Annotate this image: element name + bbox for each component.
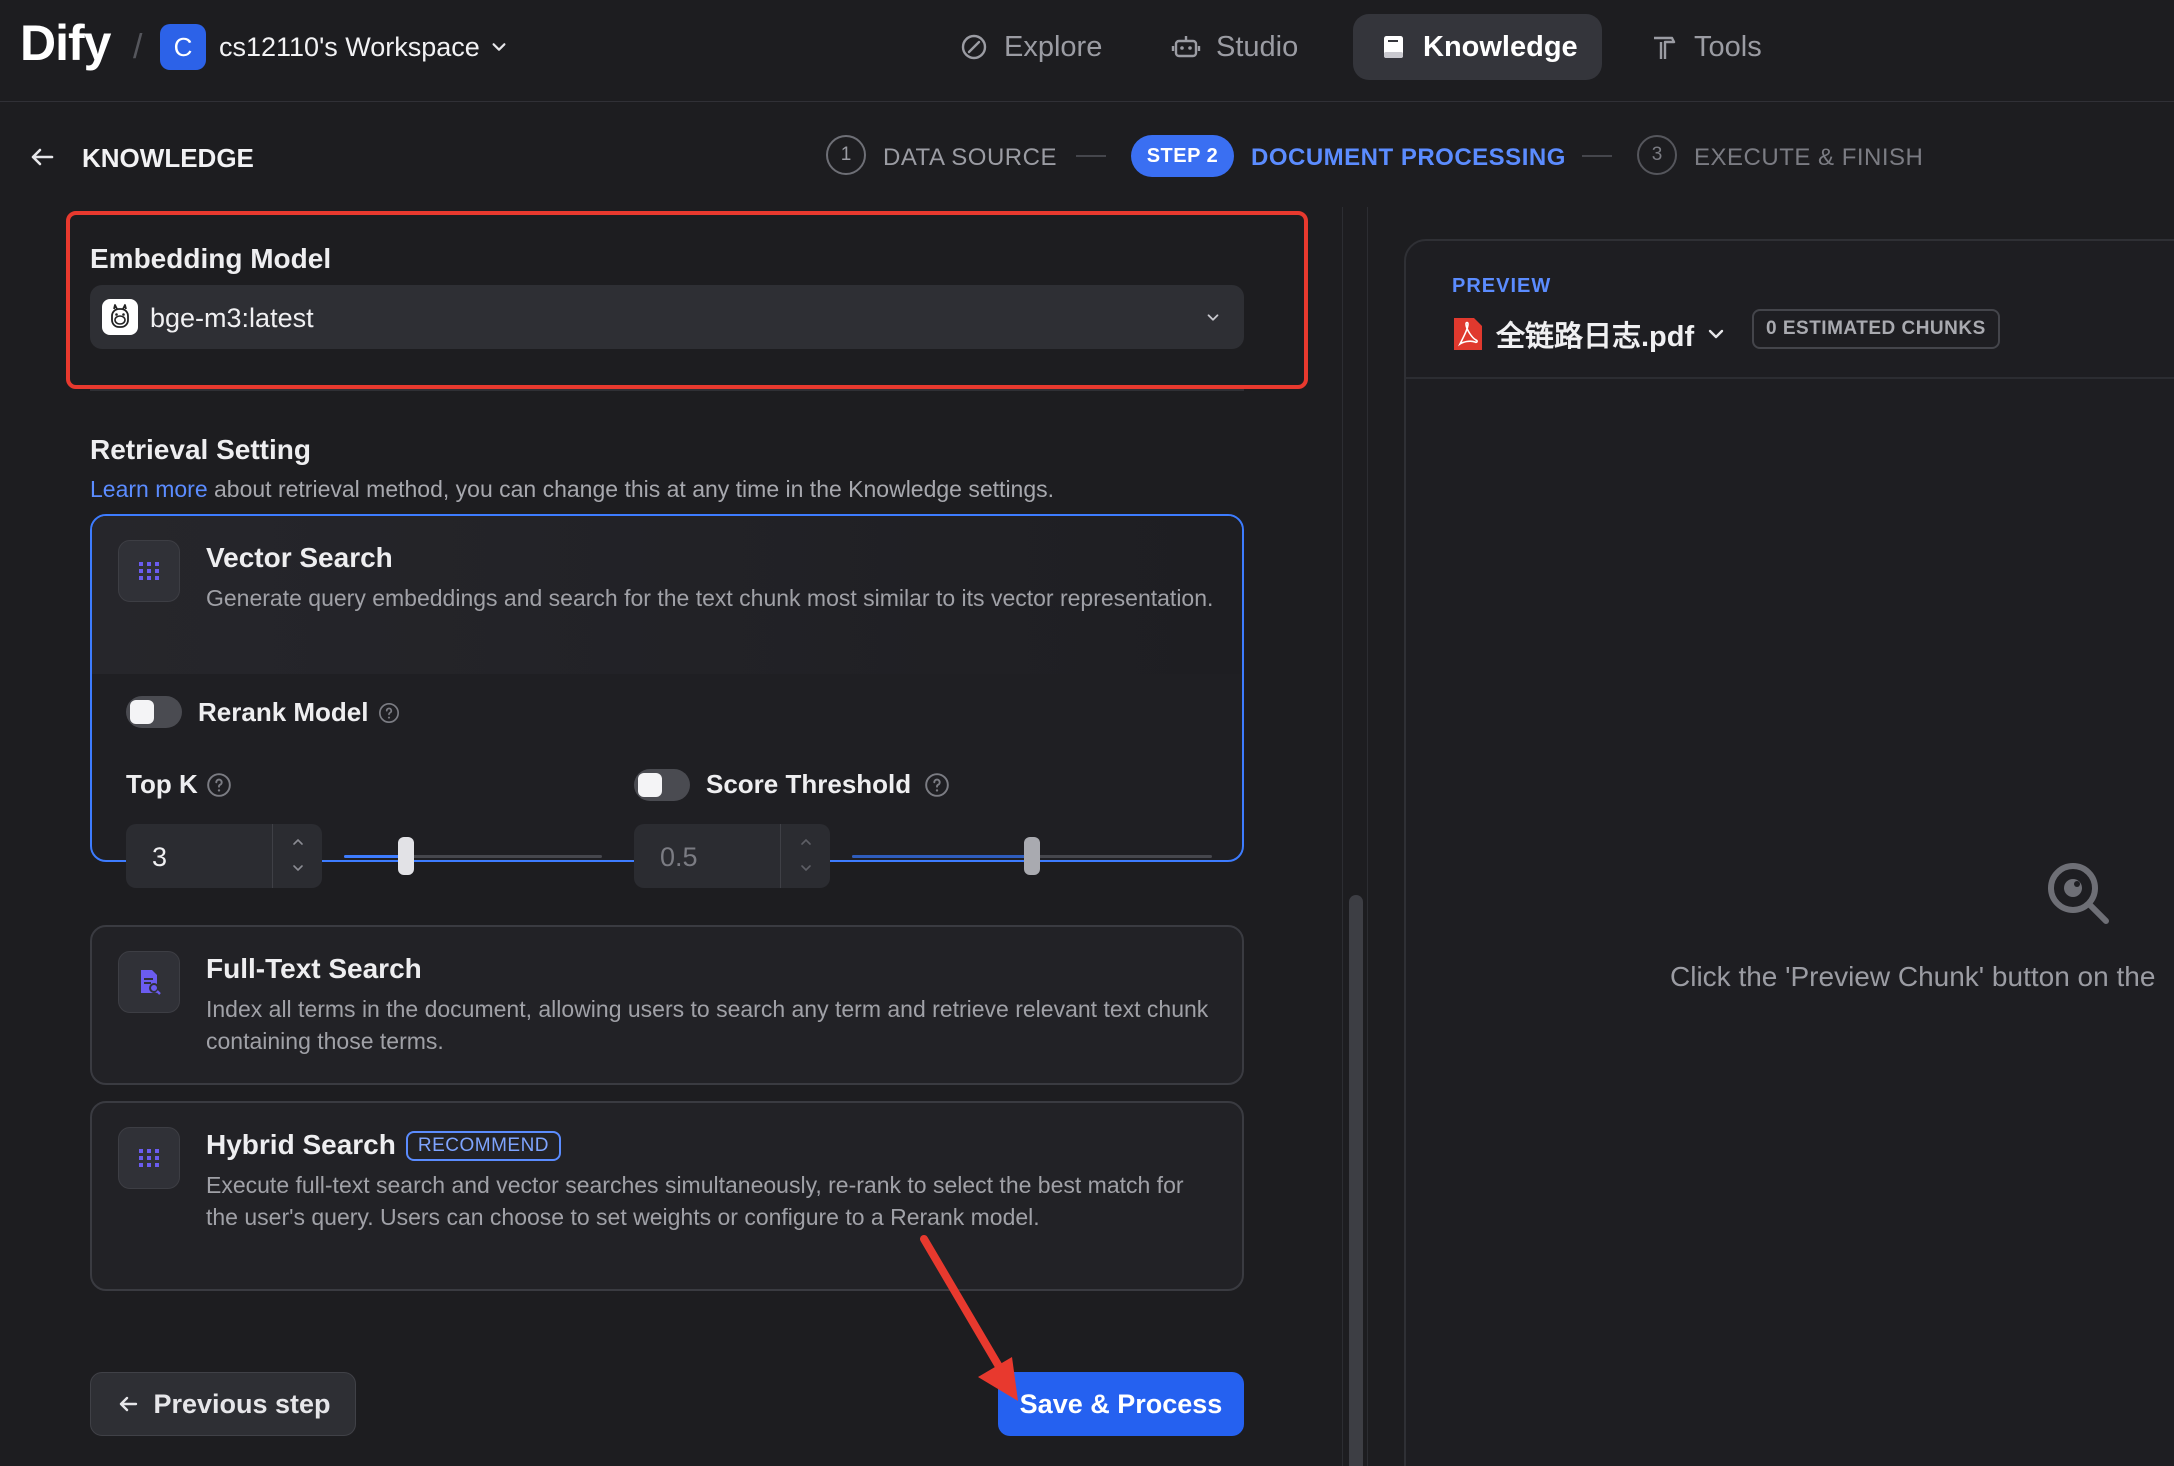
full-text-search-option[interactable]: Full-Text Search Index all terms in the … bbox=[90, 925, 1244, 1085]
retrieval-setting-description: Learn more about retrieval method, you c… bbox=[90, 476, 1054, 503]
settings-panel: Embedding Model bge-m3:latest Retrieval … bbox=[0, 207, 1342, 1466]
full-text-search-title: Full-Text Search bbox=[206, 953, 422, 984]
panel-scrollbar-thumb[interactable] bbox=[1349, 895, 1363, 1466]
estimated-chunks-badge: 0 ESTIMATED CHUNKS bbox=[1752, 309, 2000, 349]
help-circle-icon[interactable] bbox=[206, 772, 232, 798]
hybrid-search-option[interactable]: Hybrid Search RECOMMEND Execute full-text… bbox=[90, 1101, 1244, 1291]
breadcrumb-separator: / bbox=[133, 28, 143, 66]
step-3-circle: 3 bbox=[1637, 135, 1677, 175]
step-1-circle: 1 bbox=[826, 135, 866, 175]
vector-search-option[interactable]: Vector Search Generate query embeddings … bbox=[90, 514, 1244, 888]
step-divider bbox=[1582, 155, 1612, 157]
preview-file-name: 全链路日志.pdf bbox=[1496, 321, 1695, 353]
search-icon bbox=[2048, 863, 2109, 924]
knowledge-back-link[interactable]: KNOWLEDGE bbox=[82, 143, 254, 174]
workspace-name[interactable]: cs12110's Workspace bbox=[219, 32, 480, 63]
nav-knowledge[interactable]: Knowledge bbox=[1353, 14, 1602, 80]
divider bbox=[1406, 377, 2174, 379]
toggle-knob bbox=[638, 773, 662, 797]
embedding-model-select[interactable]: bge-m3:latest bbox=[90, 285, 1244, 349]
recommend-badge: RECOMMEND bbox=[405, 1131, 562, 1161]
hybrid-search-title: Hybrid Search bbox=[206, 1129, 396, 1160]
preview-panel: PREVIEW 全链路日志.pdf 0 ESTIMATED CHUNKS Cli… bbox=[1404, 239, 2174, 1466]
embedding-model-value: bge-m3:latest bbox=[150, 303, 314, 333]
arrow-left-icon bbox=[120, 1396, 138, 1412]
nav-explore-label: Explore bbox=[1004, 30, 1103, 63]
vector-search-title: Vector Search bbox=[206, 542, 393, 573]
score-threshold-slider[interactable] bbox=[852, 837, 1212, 875]
score-threshold-toggle[interactable] bbox=[634, 769, 690, 801]
retrieval-setting-title: Retrieval Setting bbox=[90, 434, 311, 465]
top-k-value: 3 bbox=[152, 842, 168, 872]
learn-more-link[interactable]: Learn more bbox=[90, 476, 208, 502]
book-icon bbox=[1384, 36, 1403, 58]
annotation-arrow-icon bbox=[920, 1235, 1018, 1401]
nav-tools[interactable]: Tools bbox=[1624, 14, 1786, 80]
hammer-icon bbox=[1654, 36, 1676, 59]
rerank-toggle[interactable] bbox=[126, 696, 182, 728]
nav-knowledge-label: Knowledge bbox=[1423, 30, 1578, 63]
previous-step-label: Previous step bbox=[153, 1388, 331, 1419]
workspace-avatar[interactable]: C bbox=[160, 24, 206, 70]
chevron-down-icon[interactable] bbox=[290, 860, 306, 876]
compass-icon bbox=[961, 34, 987, 60]
score-threshold-input[interactable]: 0.5 bbox=[634, 824, 830, 888]
document-search-icon bbox=[118, 951, 180, 1013]
help-circle-icon[interactable] bbox=[924, 772, 950, 798]
app-root: Dify / C cs12110's Workspace Explore Stu… bbox=[0, 0, 2174, 1466]
step-divider bbox=[1076, 155, 1106, 157]
retrieval-description-text: about retrieval method, you can change t… bbox=[207, 476, 1055, 502]
vector-search-icon bbox=[118, 540, 180, 602]
arrow-left-icon[interactable] bbox=[26, 141, 58, 173]
help-circle-icon[interactable] bbox=[378, 702, 400, 724]
hybrid-search-description: Execute full-text search and vector sear… bbox=[206, 1172, 1184, 1230]
top-k-label: Top K bbox=[126, 769, 198, 799]
divider bbox=[90, 389, 1244, 391]
nav-explore[interactable]: Explore bbox=[934, 14, 1126, 80]
chevron-down-icon[interactable] bbox=[798, 860, 814, 876]
top-k-slider[interactable] bbox=[344, 837, 602, 875]
step-header: KNOWLEDGE 1 DATA SOURCE STEP 2 DOCUMENT … bbox=[0, 103, 2174, 207]
top-k-input[interactable]: 3 bbox=[126, 824, 322, 888]
score-threshold-slider-thumb[interactable] bbox=[1024, 837, 1040, 875]
embedding-model-title: Embedding Model bbox=[90, 243, 332, 274]
score-threshold-stepper[interactable] bbox=[780, 824, 830, 888]
llama-icon bbox=[102, 299, 138, 335]
step-3-label: EXECUTE & FINISH bbox=[1694, 144, 1924, 171]
step-2-label: DOCUMENT PROCESSING bbox=[1251, 144, 1566, 171]
preview-file-selector[interactable]: 全链路日志.pdf bbox=[1452, 313, 1726, 355]
top-nav: Dify / C cs12110's Workspace Explore Stu… bbox=[0, 0, 2174, 102]
hybrid-search-title-row: Hybrid Search RECOMMEND bbox=[206, 1129, 562, 1161]
nav-studio-label: Studio bbox=[1216, 30, 1299, 63]
score-threshold-value: 0.5 bbox=[660, 842, 698, 872]
top-k-slider-fill bbox=[344, 855, 406, 858]
full-text-search-description: Index all terms in the document, allowin… bbox=[206, 996, 1209, 1054]
chevron-down-icon[interactable] bbox=[490, 38, 508, 56]
chevron-down-icon bbox=[1207, 314, 1219, 321]
top-k-slider-thumb[interactable] bbox=[397, 837, 414, 875]
pdf-file-icon bbox=[1454, 318, 1482, 350]
chevron-up-icon[interactable] bbox=[798, 834, 814, 850]
vector-search-description: Generate query embeddings and search for… bbox=[206, 585, 1214, 611]
preview-label: PREVIEW bbox=[1452, 275, 1552, 297]
score-threshold-slider-fill bbox=[852, 855, 1032, 858]
chevron-down-icon bbox=[1708, 329, 1724, 339]
hybrid-search-icon bbox=[118, 1127, 180, 1189]
previous-step-button[interactable]: Previous step bbox=[90, 1372, 356, 1436]
nav-studio[interactable]: Studio bbox=[1146, 14, 1322, 80]
nav-tools-label: Tools bbox=[1694, 30, 1762, 63]
step-2-pill: STEP 2 bbox=[1131, 135, 1234, 177]
chevron-up-icon[interactable] bbox=[290, 834, 306, 850]
preview-empty-hint: Click the 'Preview Chunk' button on the bbox=[1670, 961, 2156, 992]
score-threshold-label: Score Threshold bbox=[706, 769, 912, 799]
robot-icon bbox=[1171, 36, 1201, 58]
rerank-model-label: Rerank Model bbox=[198, 697, 369, 727]
dify-logo[interactable]: Dify bbox=[20, 14, 111, 72]
toggle-knob bbox=[130, 700, 154, 724]
step-1-label: DATA SOURCE bbox=[883, 144, 1057, 171]
top-k-stepper[interactable] bbox=[272, 824, 322, 888]
